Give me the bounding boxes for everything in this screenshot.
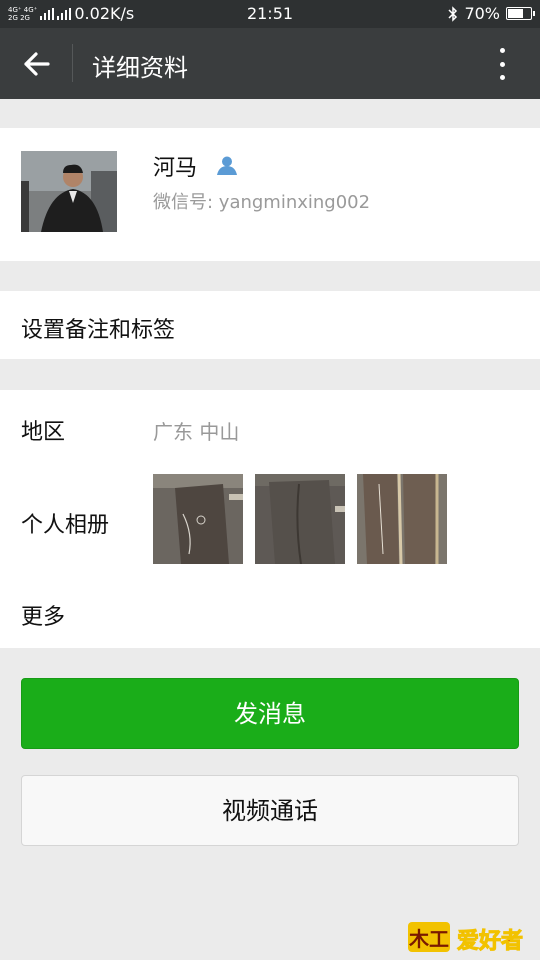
avatar-image — [21, 151, 117, 232]
video-call-button[interactable]: 视频通话 — [21, 775, 519, 846]
battery-fill — [508, 9, 523, 18]
battery-icon — [506, 7, 535, 20]
title-divider — [72, 44, 73, 82]
region-label: 地区 — [21, 420, 66, 445]
remark-tags-row[interactable]: 设置备注和标签 — [0, 291, 540, 359]
bluetooth-icon — [448, 5, 458, 22]
album-photo[interactable] — [255, 474, 345, 564]
send-message-button[interactable]: 发消息 — [21, 678, 519, 749]
album-photo[interactable] — [357, 474, 447, 564]
svg-text:爱好者: 爱好者 — [457, 928, 523, 954]
region-value: 广东 中山 — [153, 420, 240, 444]
album-photo[interactable] — [153, 474, 243, 564]
more-vertical-icon — [499, 75, 505, 80]
more-vertical-icon — [499, 61, 505, 67]
album-label: 个人相册 — [21, 513, 110, 538]
status-right: 70% — [448, 4, 535, 23]
title-bar: 详细资料 — [0, 28, 540, 99]
arrow-left-icon — [24, 52, 50, 76]
svg-text:木工: 木工 — [408, 927, 449, 951]
page-title: 详细资料 — [92, 54, 188, 82]
battery-percent: 70% — [464, 4, 500, 23]
more-label: 更多 — [21, 605, 66, 630]
back-button[interactable] — [16, 46, 56, 82]
watermark-logo: 木工 爱好者 — [408, 916, 532, 956]
status-bar: 4G⁺ 4G⁺ 2G 2G 0.02K/s 21:51 70% — [0, 0, 540, 28]
more-menu-button[interactable] — [492, 46, 512, 82]
more-vertical-icon — [499, 48, 505, 53]
info-card: 地区 广东 中山 个人相册 更多 — [0, 390, 540, 648]
profile-card: 河马 微信号: yangminxing002 — [0, 128, 540, 261]
contact-name: 河马 — [153, 156, 198, 181]
wechat-id: 微信号: yangminxing002 — [153, 192, 371, 213]
avatar[interactable] — [21, 151, 117, 232]
user-icon — [217, 156, 237, 175]
remark-tags-label: 设置备注和标签 — [21, 318, 176, 343]
